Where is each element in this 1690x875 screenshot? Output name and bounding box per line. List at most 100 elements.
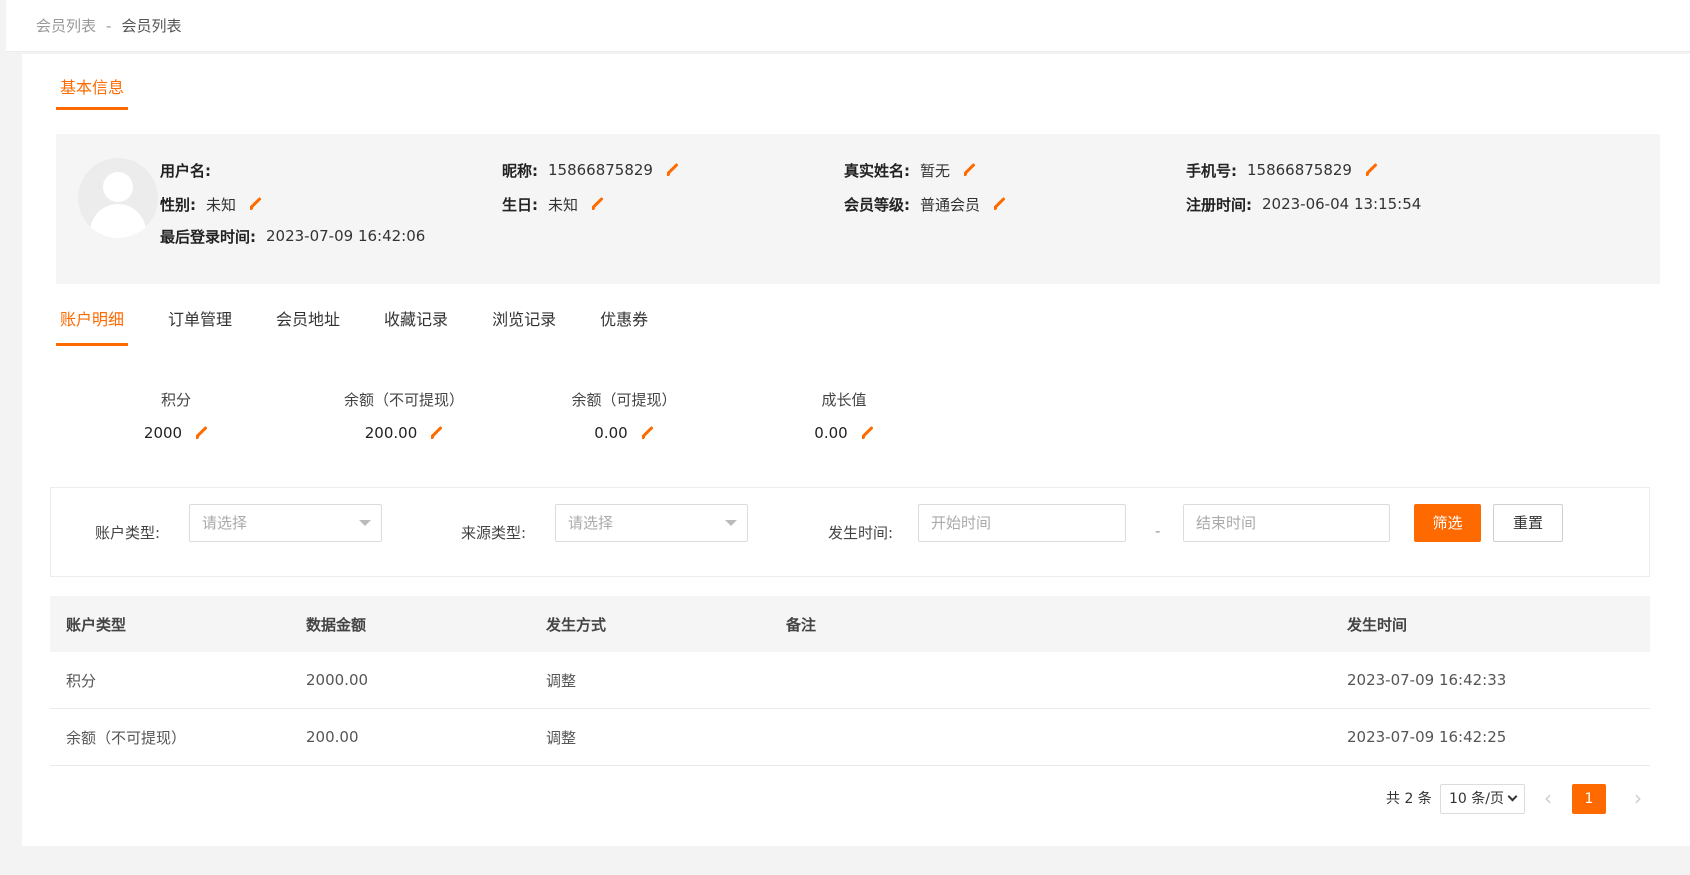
cell-amount: 2000.00: [306, 671, 369, 689]
edit-pencil-icon[interactable]: [590, 197, 604, 211]
phone-label: 手机号:: [1186, 161, 1237, 180]
chevron-left-icon[interactable]: ‹: [1536, 784, 1560, 814]
page-number-current[interactable]: 1: [1572, 784, 1606, 814]
header-time: 发生时间: [1347, 615, 1408, 634]
source-type-label: 来源类型:: [461, 524, 527, 542]
breadcrumb-separator: -: [106, 16, 112, 35]
start-time-input[interactable]: 开始时间: [918, 504, 1126, 542]
stat-value: 0.00: [594, 424, 628, 442]
tab-account-detail[interactable]: 账户明细: [56, 298, 129, 346]
table-header: 账户类型 数据金额 发生方式 备注 发生时间: [50, 596, 1650, 652]
table-row: 积分 2000.00 调整 2023-07-09 16:42:33: [50, 652, 1650, 709]
field-gender: 性别: 未知: [160, 192, 262, 216]
cell-method: 调整: [546, 728, 577, 747]
page-size-value: 10 条/页: [1449, 791, 1504, 807]
account-table: 账户类型 数据金额 发生方式 备注 发生时间 积分 2000.00 调整 202…: [50, 596, 1650, 766]
tab-browse-history[interactable]: 浏览记录: [488, 298, 560, 346]
filter-bar: 账户类型: 请选择 来源类型: 请选择 发生时间: 开始时间 - 结束时间 筛选…: [50, 487, 1650, 577]
page-size-select[interactable]: 10 条/页: [1440, 784, 1525, 814]
stat-value: 2000: [143, 424, 183, 442]
profile-panel: 用户名: 昵称: 15866875829 真实姓名: 暂无 手机号: 15866…: [56, 134, 1660, 284]
stat-balance-withdrawable: 余额（可提现） 0.00: [514, 388, 734, 442]
avatar-icon-body: [90, 204, 146, 238]
breadcrumb-bar: 会员列表 - 会员列表: [6, 0, 1690, 52]
filter-button[interactable]: 筛选: [1414, 504, 1481, 542]
gender-label: 性别:: [160, 195, 196, 214]
header-account-type: 账户类型: [66, 615, 127, 634]
header-remark: 备注: [786, 615, 817, 634]
tab-favorites[interactable]: 收藏记录: [380, 298, 452, 346]
source-type-select[interactable]: 请选择: [555, 504, 748, 542]
stat-label: 积分: [160, 391, 191, 409]
account-type-select[interactable]: 请选择: [189, 504, 382, 542]
birthday-value: 未知: [548, 195, 579, 214]
field-nickname: 昵称: 15866875829: [502, 158, 679, 182]
edit-pencil-icon[interactable]: [194, 426, 208, 440]
field-birthday: 生日: 未知: [502, 192, 604, 216]
stat-label: 余额（不可提现）: [343, 391, 464, 409]
stat-value: 200.00: [364, 424, 418, 442]
detail-tabs: 账户明细 订单管理 会员地址 收藏记录 浏览记录 优惠券: [56, 298, 688, 346]
avatar: [78, 158, 158, 238]
stat-points: 积分 2000: [86, 388, 266, 442]
level-label: 会员等级:: [844, 195, 910, 214]
table-row: 余额（不可提现） 200.00 调整 2023-07-09 16:42:25: [50, 709, 1650, 766]
regtime-value: 2023-06-04 13:15:54: [1262, 195, 1422, 213]
chevron-down-icon: [1507, 791, 1518, 802]
stat-value: 0.00: [814, 424, 848, 442]
tab-member-address[interactable]: 会员地址: [272, 298, 344, 346]
breadcrumb-current: 会员列表: [121, 17, 182, 35]
field-level: 会员等级: 普通会员: [844, 192, 1006, 216]
edit-pencil-icon[interactable]: [665, 163, 679, 177]
date-range-dash: -: [1155, 522, 1161, 540]
field-lastlogin: 最后登录时间: 2023-07-09 16:42:06: [160, 224, 425, 248]
gender-value: 未知: [206, 195, 237, 214]
field-phone: 手机号: 15866875829: [1186, 158, 1378, 182]
cell-time: 2023-07-09 16:42:25: [1347, 728, 1507, 746]
nickname-label: 昵称:: [502, 161, 538, 180]
edit-pencil-icon[interactable]: [962, 163, 976, 177]
stat-growth: 成长值 0.00: [754, 388, 934, 442]
account-type-placeholder: 请选择: [202, 514, 248, 532]
username-label: 用户名:: [160, 161, 211, 180]
chevron-right-icon[interactable]: ›: [1626, 784, 1650, 814]
tab-basic-info[interactable]: 基本信息: [56, 66, 129, 110]
realname-label: 真实姓名:: [844, 161, 910, 180]
field-regtime: 注册时间: 2023-06-04 13:15:54: [1186, 192, 1421, 216]
account-type-label: 账户类型:: [95, 524, 161, 542]
chevron-down-icon: [725, 520, 737, 526]
field-username: 用户名:: [160, 158, 221, 182]
lastlogin-value: 2023-07-09 16:42:06: [266, 227, 426, 245]
header-amount: 数据金额: [306, 615, 367, 634]
cell-account-type: 余额（不可提现）: [66, 728, 187, 747]
edit-pencil-icon[interactable]: [640, 426, 654, 440]
nickname-value: 15866875829: [548, 161, 653, 179]
chevron-down-icon: [359, 520, 371, 526]
edit-pencil-icon[interactable]: [860, 426, 874, 440]
realname-value: 暂无: [920, 161, 951, 180]
breadcrumb-parent[interactable]: 会员列表: [36, 15, 96, 36]
tab-coupons[interactable]: 优惠券: [596, 298, 652, 346]
cell-method: 调整: [546, 671, 577, 690]
cell-time: 2023-07-09 16:42:33: [1347, 671, 1507, 689]
lastlogin-label: 最后登录时间:: [160, 227, 256, 246]
phone-value: 15866875829: [1247, 161, 1352, 179]
tab-order-management[interactable]: 订单管理: [164, 298, 236, 346]
stat-label: 成长值: [821, 391, 867, 409]
avatar-icon-head: [103, 172, 133, 202]
reset-button[interactable]: 重置: [1493, 504, 1563, 542]
source-type-placeholder: 请选择: [568, 514, 614, 532]
end-time-input[interactable]: 结束时间: [1183, 504, 1390, 542]
main-panel: 基本信息 用户名: 昵称: 15866875829 真实姓名: 暂无 手机号: …: [22, 54, 1690, 846]
edit-pencil-icon[interactable]: [248, 197, 262, 211]
time-label: 发生时间:: [828, 524, 894, 542]
edit-pencil-icon[interactable]: [429, 426, 443, 440]
stat-balance-non-withdrawable: 余额（不可提现） 200.00: [284, 388, 524, 442]
edit-pencil-icon[interactable]: [992, 197, 1006, 211]
level-value: 普通会员: [920, 195, 981, 214]
stat-label: 余额（可提现）: [571, 391, 677, 409]
regtime-label: 注册时间:: [1186, 195, 1252, 214]
cell-account-type: 积分: [66, 671, 97, 690]
pagination-total: 共 2 条: [1386, 791, 1432, 807]
edit-pencil-icon[interactable]: [1364, 163, 1378, 177]
